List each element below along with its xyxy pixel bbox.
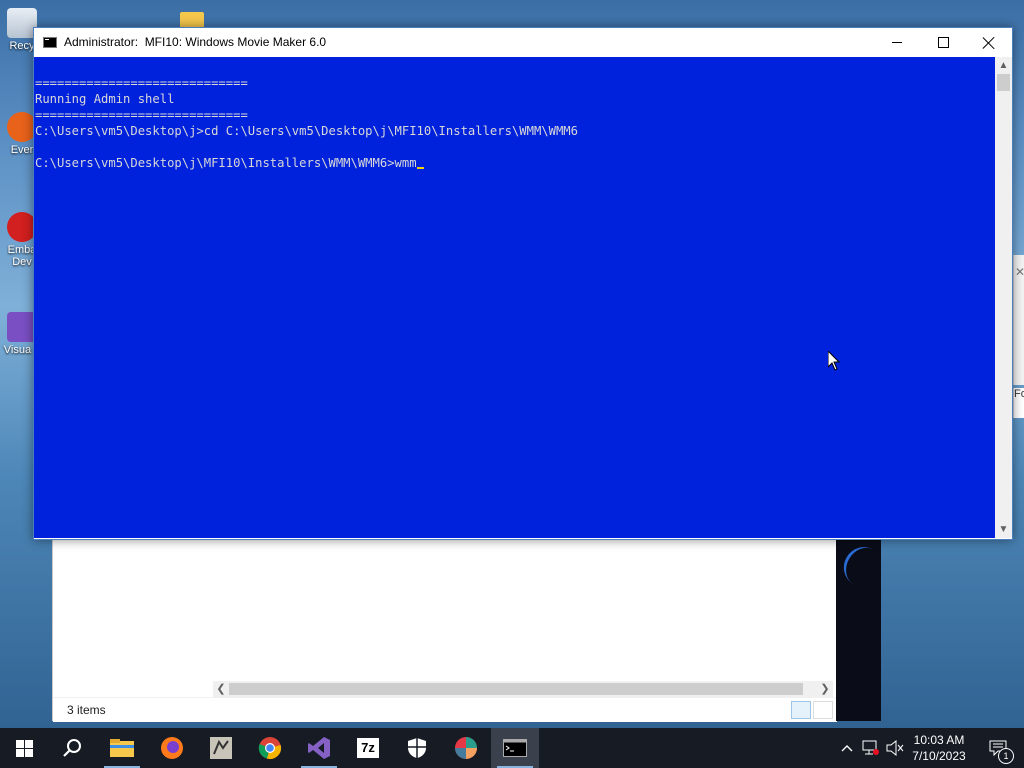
network-icon: [862, 740, 879, 755]
visual-studio-button[interactable]: [295, 728, 343, 768]
file-explorer-button[interactable]: [98, 728, 146, 768]
console-output[interactable]: ============================= Running Ad…: [34, 57, 995, 538]
scroll-up-icon[interactable]: ▲: [995, 57, 1012, 74]
7zip-label: 7z: [361, 740, 375, 755]
windows-logo-icon: [15, 739, 33, 757]
taskbar-clock[interactable]: 10:03 AM 7/10/2023: [905, 732, 973, 764]
vertical-scrollbar[interactable]: ▲ ▼: [995, 57, 1012, 538]
show-hidden-icons-button[interactable]: [838, 728, 856, 768]
clock-date: 7/10/2023: [912, 749, 966, 763]
wallpaper-streak: [836, 539, 891, 595]
visual-studio-icon: [308, 737, 330, 759]
chrome-icon: [258, 737, 282, 760]
firefox-icon: [161, 737, 183, 759]
console-line: Running Admin shell: [35, 92, 175, 106]
console-button[interactable]: [491, 728, 539, 768]
item-count: 3 items: [67, 703, 106, 717]
minimize-icon: [892, 42, 902, 43]
7zip-icon: 7z: [357, 738, 379, 758]
search-icon: [63, 739, 81, 757]
color-app-button[interactable]: [442, 728, 490, 768]
background-window-right: ✕: [1013, 255, 1024, 385]
scroll-right-icon[interactable]: ❯: [817, 681, 833, 697]
clock-time: 10:03 AM: [913, 733, 965, 747]
mouse-pointer-icon: [828, 351, 840, 371]
console-prompt-line: C:\Users\vm5\Desktop\j\MFI10\Installers\…: [35, 156, 417, 170]
status-bar: 3 items: [53, 697, 837, 722]
7zip-button[interactable]: 7z: [344, 728, 392, 768]
tool-button[interactable]: [197, 728, 245, 768]
maximize-icon: [937, 37, 949, 48]
color-wheel-icon: [455, 737, 477, 759]
desktop-folder-icon[interactable]: [180, 12, 204, 28]
notification-badge: 1: [998, 748, 1014, 764]
scroll-left-icon[interactable]: ❮: [213, 681, 229, 697]
scroll-thumb[interactable]: [229, 683, 803, 695]
chevron-up-icon: [841, 745, 853, 752]
shield-icon: [408, 738, 426, 758]
scroll-down-icon[interactable]: ▼: [995, 521, 1012, 538]
security-button[interactable]: [393, 728, 441, 768]
taskbar: 7z 10:03 AM 7/10/2023 1: [0, 728, 1024, 768]
network-button[interactable]: [860, 728, 882, 768]
search-button[interactable]: [48, 728, 96, 768]
explorer-window: ❮ ❯ 3 items: [52, 537, 837, 722]
hand-tool-icon: [210, 737, 232, 759]
scroll-thumb[interactable]: [997, 74, 1010, 91]
volume-muted-icon: [886, 740, 904, 756]
volume-button[interactable]: [884, 728, 906, 768]
maximize-button[interactable]: [920, 28, 966, 57]
background-window-right-label: Fo: [1013, 388, 1024, 418]
background-window-dark: [836, 537, 891, 721]
desktop-icon-label: Recy: [9, 40, 35, 52]
console-line: C:\Users\vm5\Desktop\j>cd C:\Users\vm5\D…: [35, 124, 578, 138]
console-icon: [503, 739, 527, 757]
close-button[interactable]: [966, 28, 1012, 57]
chrome-button[interactable]: [246, 728, 294, 768]
desktop-icon-label: Ever: [10, 144, 34, 156]
title-bar[interactable]: Administrator: MFI10: Windows Movie Make…: [34, 28, 1012, 57]
console-line: =============================: [35, 108, 248, 122]
console-window[interactable]: Administrator: MFI10: Windows Movie Make…: [33, 27, 1013, 540]
folder-icon: [110, 739, 134, 757]
start-button[interactable]: [0, 728, 48, 768]
console-icon[interactable]: [43, 37, 57, 48]
window-title: Administrator: MFI10: Windows Movie Make…: [64, 35, 327, 49]
close-icon: [983, 37, 995, 49]
details-view-icon[interactable]: [791, 701, 811, 719]
firefox-button[interactable]: [148, 728, 196, 768]
close-icon[interactable]: ✕: [1015, 265, 1024, 279]
minimize-button[interactable]: [874, 28, 920, 57]
large-icons-view-icon[interactable]: [813, 701, 833, 719]
text-cursor: [416, 167, 424, 169]
console-line: =============================: [35, 76, 248, 90]
horizontal-scrollbar[interactable]: ❮ ❯: [213, 681, 833, 697]
action-center-button[interactable]: 1: [980, 728, 1016, 768]
